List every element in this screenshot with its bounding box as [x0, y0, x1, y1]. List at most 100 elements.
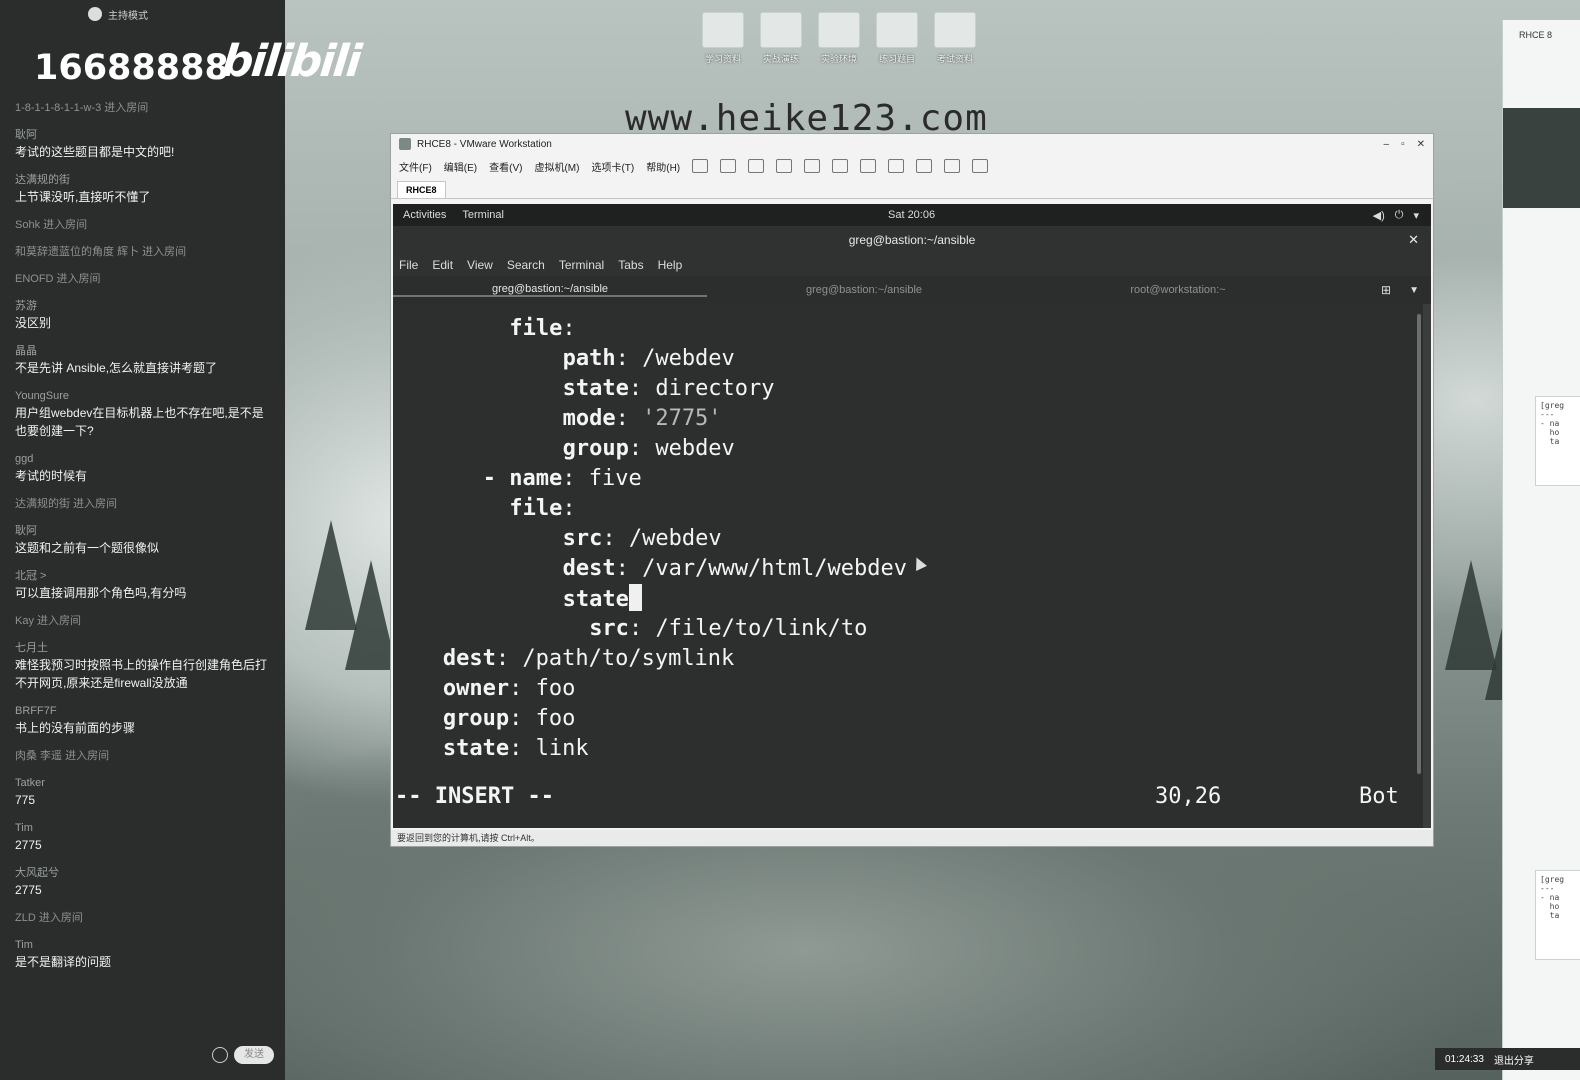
chat-username[interactable]: 肉桑 李遥 进入房间 [15, 748, 275, 764]
send-keys-icon[interactable] [720, 159, 737, 173]
yaml-separator: : [562, 466, 589, 491]
chat-text: 考试的时候有 [15, 469, 88, 483]
desktop-icon[interactable]: 练习题目 [871, 12, 923, 65]
menu-tabs[interactable]: 选项卡(T) [591, 159, 634, 174]
desktop-icon[interactable]: 学习资料 [697, 12, 749, 65]
chat-message: BRFF7F 书上的没有前面的步骤 [15, 703, 275, 737]
chat-username[interactable]: YoungSure [15, 388, 275, 404]
chat-username[interactable]: Sohk 进入房间 [15, 217, 275, 233]
right-panel-tab[interactable]: RHCE 8 [1503, 20, 1580, 40]
fullscreen-icon[interactable] [888, 159, 905, 173]
chat-message: ENOFD 进入房间 [15, 271, 275, 287]
chat-username[interactable]: 大风起兮 [15, 865, 275, 881]
chat-username[interactable]: 七月土 [15, 640, 275, 656]
guest-desktop[interactable]: Activities Terminal Sat 20:06 ◀) ⏻ ▾ gre… [393, 204, 1431, 828]
chat-username[interactable]: 和莫辞遗蓝位的角度 辉卜 进入房间 [15, 244, 275, 260]
chat-username[interactable]: ENOFD 进入房间 [15, 271, 275, 287]
chat-username[interactable]: ZLD 进入房间 [15, 910, 275, 926]
desktop-icon[interactable]: 考试资料 [929, 12, 981, 65]
menu-help[interactable]: Help [658, 258, 683, 272]
menu-file[interactable]: 文件(F) [399, 159, 432, 174]
terminal-menubar: File Edit View Search Terminal Tabs Help [393, 254, 1431, 276]
chat-username[interactable]: 苏游 [15, 298, 275, 314]
snapshot-manager-icon[interactable] [804, 159, 821, 173]
chat-text: 考试的这些题目都是中文的吧! [15, 145, 175, 159]
chat-username[interactable]: 达满规的街 进入房间 [15, 496, 275, 512]
chat-username[interactable]: 耿阿 [15, 127, 275, 143]
code-line: - name: five [483, 464, 642, 494]
thumbnail-icon[interactable] [860, 159, 877, 173]
send-button[interactable]: 发送 [234, 1046, 274, 1064]
chat-username[interactable]: 达满规的街 [15, 172, 275, 188]
close-icon[interactable]: ✕ [1408, 232, 1419, 248]
code-snippet: [greg --- - na ho ta [1535, 396, 1580, 486]
new-tab-icon[interactable]: ⊞ [1381, 283, 1391, 297]
chat-username[interactable]: Tim [15, 820, 275, 836]
terminal-window-title: greg@bastion:~/ansible [848, 233, 976, 247]
chevron-down-icon[interactable]: ▼ [1409, 285, 1419, 296]
power-icon[interactable]: ⏻ [1395, 209, 1404, 222]
vmware-titlebar: RHCE8 - VMware Workstation – ▫ ✕ [391, 134, 1433, 154]
gnome-clock[interactable]: Sat 20:06 [888, 209, 935, 221]
maximize-icon[interactable]: ▫ [1401, 139, 1405, 150]
library-icon[interactable] [832, 159, 849, 173]
menu-view[interactable]: 查看(V) [489, 159, 522, 174]
yaml-separator: : [509, 706, 536, 731]
terminal-scrollbar[interactable] [1417, 314, 1421, 774]
stretch-icon[interactable] [972, 159, 989, 173]
menu-help[interactable]: 帮助(H) [646, 159, 680, 174]
chat-message: YoungSure 用户组webdev在目标机器上也不存在吧,是不是也要创建一下? [15, 388, 275, 440]
chat-username[interactable]: ggd [15, 451, 275, 467]
chat-message: 苏游 没区别 [15, 298, 275, 332]
menu-search[interactable]: Search [507, 258, 545, 272]
unity-icon[interactable] [916, 159, 933, 173]
close-icon[interactable]: ✕ [1417, 139, 1425, 150]
chat-username[interactable]: 北冠 > [15, 568, 275, 584]
desktop-icon[interactable]: 实验环境 [813, 12, 865, 65]
emoji-icon[interactable] [212, 1047, 228, 1063]
terminal-app-menu[interactable]: Terminal [462, 209, 504, 221]
snapshot-icon[interactable] [748, 159, 765, 173]
chat-username[interactable]: 1-8-1-1-8-1-1-w-3 进入房间 [15, 100, 275, 116]
stream-timer: 01:24:33 [1445, 1053, 1484, 1065]
terminal-content[interactable]: file: path: /webdev state: directory mode: … [393, 304, 1423, 828]
console-icon[interactable] [944, 159, 961, 173]
activities-button[interactable]: Activities [403, 209, 446, 221]
chat-username[interactable]: BRFF7F [15, 703, 275, 719]
vm-tab[interactable]: RHCE8 [397, 181, 446, 198]
chat-message: Tatker 775 [15, 775, 275, 809]
code-line: state: link [443, 734, 589, 764]
chat-text: 不是先讲 Ansible,怎么就直接讲考题了 [15, 361, 218, 375]
vmware-menubar: 文件(F) 编辑(E) 查看(V) 虚拟机(M) 选项卡(T) 帮助(H) [391, 154, 1433, 178]
terminal-tab[interactable]: root@workstation:~ [1021, 284, 1335, 296]
chat-message-list[interactable]: 1-8-1-1-8-1-1-w-3 进入房间 耿阿 考试的这些题目都是中文的吧! 达满… [15, 100, 275, 982]
terminal-tab[interactable]: greg@bastion:~/ansible [707, 284, 1021, 296]
menu-vm[interactable]: 虚拟机(M) [534, 159, 579, 174]
vim-scroll-indicator: Bot [1359, 784, 1399, 809]
menu-edit[interactable]: 编辑(E) [444, 159, 477, 174]
menu-edit[interactable]: Edit [432, 258, 453, 272]
volume-icon[interactable]: ◀) [1373, 209, 1385, 222]
menu-terminal[interactable]: Terminal [559, 258, 604, 272]
menu-tabs[interactable]: Tabs [618, 258, 643, 272]
chat-message: 和莫辞遗蓝位的角度 辉卜 进入房间 [15, 244, 275, 260]
chat-username[interactable]: Tim [15, 937, 275, 953]
pause-icon[interactable] [692, 159, 709, 173]
revert-snapshot-icon[interactable] [776, 159, 793, 173]
stop-share-button[interactable]: 退出分享 [1494, 1052, 1534, 1067]
yaml-key: file [509, 496, 563, 521]
minimize-icon[interactable]: – [1384, 139, 1390, 150]
chevron-down-icon[interactable]: ▾ [1413, 209, 1419, 222]
menu-view[interactable]: View [467, 258, 493, 272]
chat-username[interactable]: 耿阿 [15, 523, 275, 539]
terminal-tab[interactable]: greg@bastion:~/ansible [393, 283, 707, 297]
chat-username[interactable]: Tatker [15, 775, 275, 791]
menu-file[interactable]: File [399, 258, 418, 272]
chat-username[interactable]: Kay 进入房间 [15, 613, 275, 629]
yaml-value: five [588, 466, 642, 491]
yaml-key: state [442, 736, 510, 761]
chat-text: 用户组webdev在目标机器上也不存在吧,是不是也要创建一下? [15, 406, 264, 438]
yaml-separator: : [628, 616, 656, 641]
chat-username[interactable]: 晶晶 [15, 343, 275, 359]
desktop-icon[interactable]: 实战演练 [755, 12, 807, 65]
